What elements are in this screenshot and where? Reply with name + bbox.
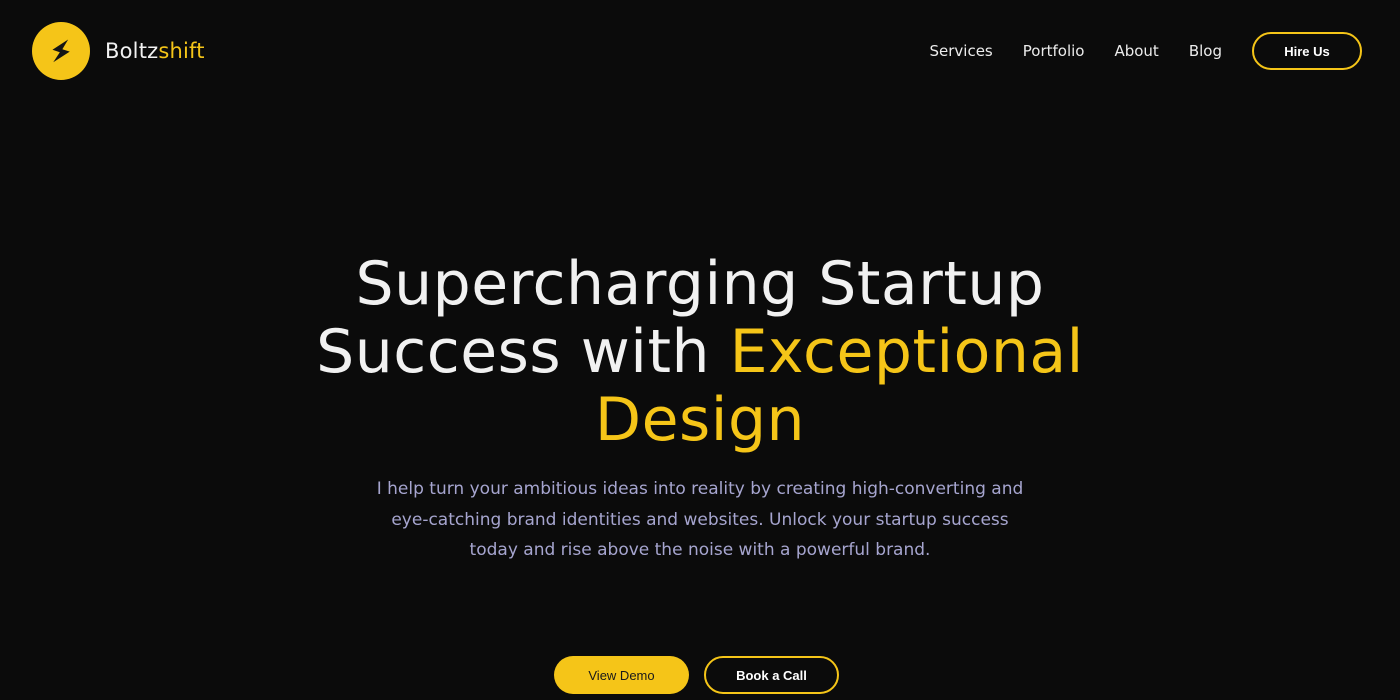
book-a-call-button[interactable]: Book a Call: [704, 656, 839, 694]
brand-name-part2: shift: [158, 39, 205, 63]
hero-headline: Supercharging Startup Success with Excep…: [0, 250, 1400, 454]
headline-highlight-exceptional: Exceptional: [729, 317, 1084, 387]
hero-description: I help turn your ambitious ideas into re…: [376, 479, 1024, 560]
lightning-bolt-icon: [32, 22, 90, 80]
nav-link-blog[interactable]: Blog: [1189, 32, 1222, 70]
nav-link-portfolio[interactable]: Portfolio: [1023, 32, 1085, 70]
nav-link-services[interactable]: Services: [929, 32, 992, 70]
top-navigation: Boltzshift Services Portfolio About Blog…: [0, 0, 1400, 104]
nav-link-about[interactable]: About: [1114, 32, 1158, 70]
lightning-bolt-glyph: [52, 39, 70, 63]
brand-name-part1: Boltz: [105, 39, 159, 63]
brand-logo-link[interactable]: Boltzshift: [32, 22, 205, 80]
headline-line-2-plain: Success with: [316, 317, 730, 387]
headline-line-1: Supercharging Startup: [355, 249, 1045, 319]
headline-highlight-design: Design: [594, 385, 806, 455]
brand-name: Boltzshift: [105, 39, 205, 63]
nav-menu: Services Portfolio About Blog Hire Us: [929, 32, 1362, 70]
view-demo-button[interactable]: View Demo: [554, 656, 689, 694]
landing-page: Boltzshift Services Portfolio About Blog…: [0, 0, 1400, 700]
hire-us-button[interactable]: Hire Us: [1252, 32, 1362, 70]
